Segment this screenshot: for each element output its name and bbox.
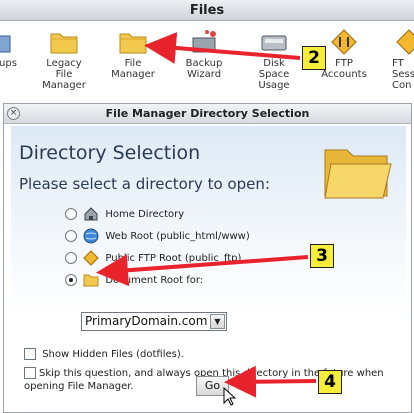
folder-icon (119, 33, 147, 54)
option-label: Web Root (public_html/www) (105, 231, 250, 242)
ftp-icon (331, 29, 357, 55)
dialog-title: File Manager Directory Selection (105, 107, 310, 120)
option-public-ftp-root[interactable]: Public FTP Root (public_ftp) (65, 250, 241, 270)
radio-button[interactable] (65, 252, 77, 264)
item-label: Manager (42, 80, 86, 91)
item-label: Disk (263, 58, 285, 69)
chevron-down-icon[interactable]: ▼ (210, 314, 225, 329)
dialog-content: Directory Selection Please select a dire… (11, 126, 406, 410)
domain-select-value: PrimaryDomain.com (85, 314, 208, 328)
mouse-pointer-icon (223, 387, 237, 406)
close-button[interactable]: × (7, 107, 20, 120)
item-label: Space (258, 69, 290, 80)
open-folder-icon (324, 149, 392, 199)
item-label: Usage (258, 80, 290, 91)
callout-badge-4: 4 (318, 370, 342, 394)
backups-item[interactable]: ups (0, 28, 20, 69)
item-label: ups (0, 58, 17, 69)
globe-icon (83, 228, 99, 244)
item-label: Legacy (46, 58, 82, 69)
radio-button[interactable] (65, 230, 77, 242)
disk-space-usage-item[interactable]: Disk Space Usage (252, 28, 296, 91)
option-label: Public FTP Root (public_ftp) (105, 253, 242, 264)
item-label: File (55, 69, 73, 80)
option-web-root[interactable]: Web Root (public_html/www) (65, 228, 250, 248)
item-label: Sess (392, 69, 414, 80)
folder-icon (83, 274, 99, 287)
show-hidden-files-option[interactable]: Show Hidden Files (dotfiles). (24, 348, 184, 361)
files-section-header: Files (0, 0, 414, 21)
dialog-heading: Directory Selection (19, 142, 201, 164)
option-label: Document Root for: (105, 275, 204, 286)
radio-button[interactable] (65, 208, 77, 220)
domain-select[interactable]: PrimaryDomain.com ▼ (81, 312, 227, 331)
backup-wizard-item[interactable]: Backup Wizard (178, 28, 230, 80)
item-label: File (124, 58, 142, 69)
files-icon-row: ups Legacy File Manager File Manager Bac… (0, 22, 414, 100)
item-label: Con (392, 80, 412, 91)
skip-question-checkbox[interactable] (24, 367, 36, 379)
item-label: Manager (111, 69, 155, 80)
ftp-session-control-item[interactable]: FT Sess Con (392, 28, 414, 91)
file-manager-item[interactable]: File Manager (106, 28, 160, 80)
callout-badge-2: 2 (302, 46, 326, 70)
show-hidden-files-label: Show Hidden Files (dotfiles). (42, 349, 184, 360)
backups-icon (0, 35, 11, 53)
dialog-prompt: Please select a directory to open: (19, 175, 270, 193)
show-hidden-files-checkbox[interactable] (24, 348, 36, 360)
ftp-icon (83, 250, 99, 266)
backup-wizard-icon (192, 30, 216, 53)
folder-icon (50, 33, 78, 54)
item-label: FT (392, 58, 404, 69)
callout-badge-3: 3 (310, 244, 334, 268)
home-icon (84, 207, 98, 221)
item-label: Backup (185, 58, 223, 69)
ftp-session-icon (396, 29, 414, 55)
option-label: Home Directory (105, 209, 185, 220)
legacy-file-manager-item[interactable]: Legacy File Manager (36, 28, 92, 91)
item-label: Accounts (321, 69, 367, 80)
directory-selection-dialog: File Manager Directory Selection × Direc… (3, 103, 412, 413)
disk-icon (261, 35, 287, 51)
option-home-directory[interactable]: Home Directory (65, 206, 184, 226)
item-label: Wizard (186, 69, 222, 80)
radio-button-selected[interactable] (65, 274, 77, 286)
dialog-titlebar: File Manager Directory Selection (4, 104, 411, 124)
option-document-root[interactable]: Document Root for: (65, 272, 203, 292)
